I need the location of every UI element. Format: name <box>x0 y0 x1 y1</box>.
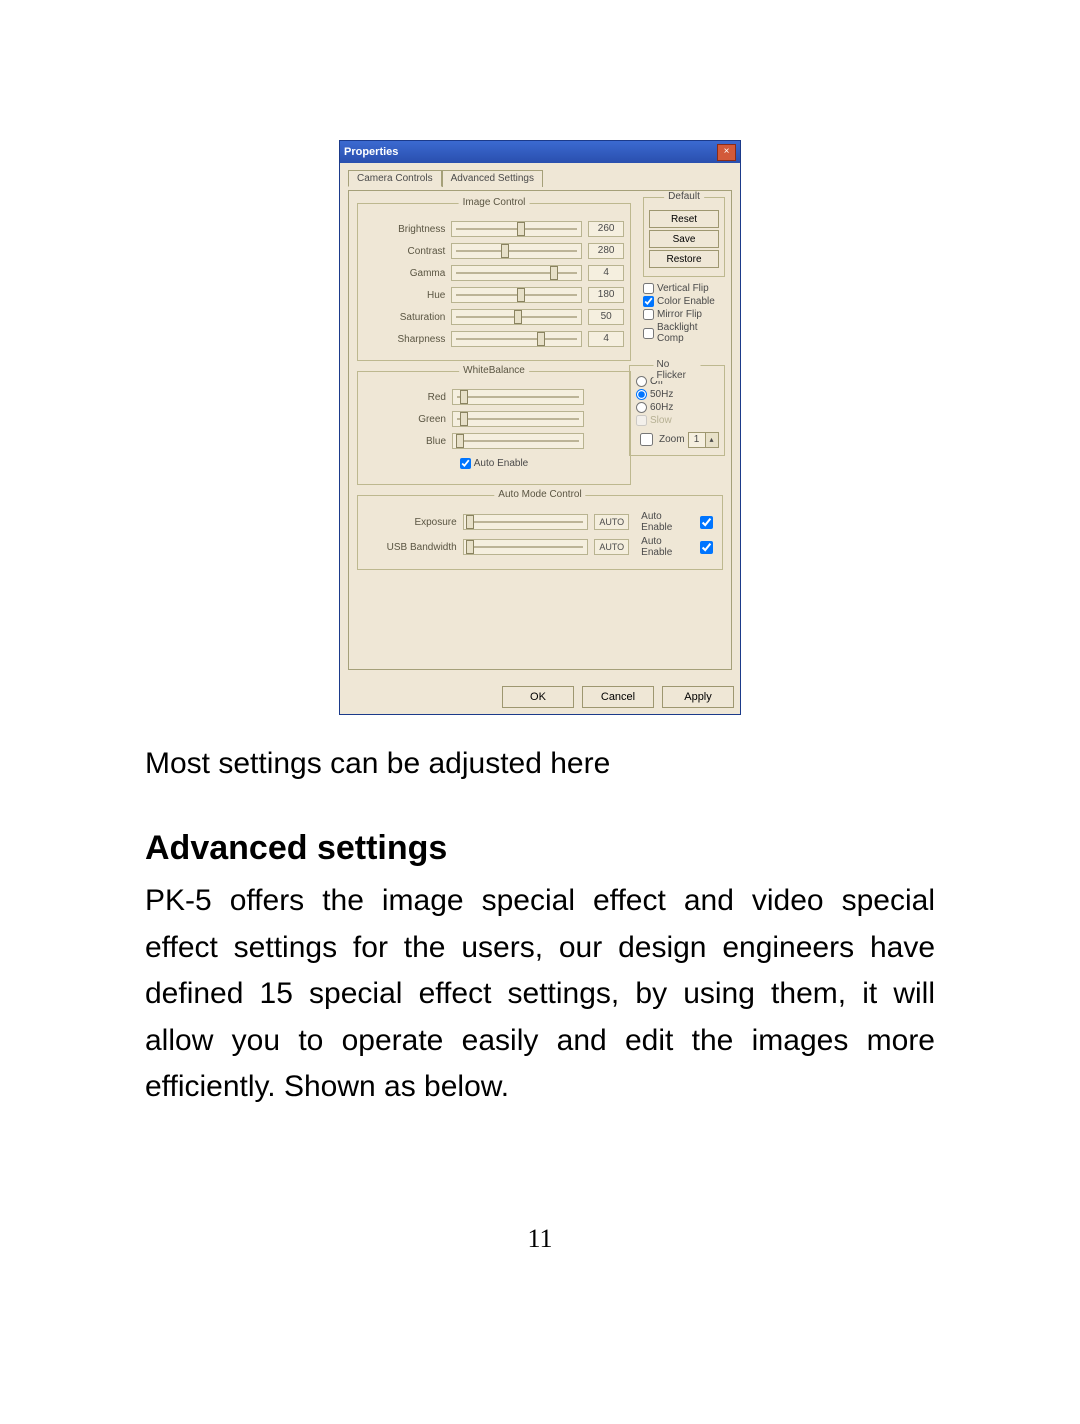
image-control-legend: Image Control <box>459 197 530 208</box>
label: Auto Enable <box>641 536 693 558</box>
row-blue: Blue <box>364 432 624 450</box>
check-color-enable[interactable]: Color Enable <box>643 296 725 307</box>
exposure-badge: AUTO <box>594 514 629 530</box>
saturation-value: 50 <box>588 309 624 325</box>
sharpness-value: 4 <box>588 331 624 347</box>
label: Contrast <box>364 246 451 257</box>
image-control-group: Image Control Brightness 260 Contrast 28… <box>357 203 631 361</box>
exposure-slider[interactable] <box>463 514 589 530</box>
zoom-row: Zoom 1▴ <box>636 430 718 449</box>
row-gamma: Gamma 4 <box>364 264 624 282</box>
tab-camera-controls[interactable]: Camera Controls <box>348 170 442 187</box>
label: Gamma <box>364 268 451 279</box>
zoom-value: 1 <box>689 433 705 447</box>
hue-value: 180 <box>588 287 624 303</box>
label: Auto Enable <box>474 458 529 469</box>
row-red: Red <box>364 388 624 406</box>
label: Brightness <box>364 224 451 235</box>
check-backlight-comp[interactable]: Backlight Comp <box>643 322 725 344</box>
blue-slider[interactable] <box>452 433 584 449</box>
zoom-check[interactable] <box>640 433 653 446</box>
contrast-value: 280 <box>588 243 624 259</box>
radio-60hz[interactable]: 60Hz <box>636 402 718 413</box>
flicker-legend: No Flicker <box>654 359 701 381</box>
brightness-slider[interactable] <box>451 221 582 237</box>
reset-button[interactable]: Reset <box>649 210 719 228</box>
label: Mirror Flip <box>657 309 702 320</box>
close-icon[interactable]: × <box>717 144 736 161</box>
tab-advanced-settings[interactable]: Advanced Settings <box>442 170 543 187</box>
page-number: 11 <box>0 1224 1080 1254</box>
usb-bandwidth-badge: AUTO <box>594 539 629 555</box>
sharpness-slider[interactable] <box>451 331 582 347</box>
default-legend: Default <box>664 191 704 202</box>
label: Sharpness <box>364 334 451 345</box>
usb-auto-enable[interactable]: Auto Enable <box>641 536 716 558</box>
label: Red <box>364 392 452 403</box>
row-hue: Hue 180 <box>364 286 624 304</box>
default-group: Default Reset Save Restore <box>643 197 725 277</box>
green-slider[interactable] <box>452 411 584 427</box>
figure-caption: Most settings can be adjusted here <box>145 747 935 781</box>
label: Saturation <box>364 312 451 323</box>
restore-button[interactable]: Restore <box>649 250 719 268</box>
label: Backlight Comp <box>657 322 725 344</box>
label: 50Hz <box>650 389 673 400</box>
row-exposure: Exposure AUTO Auto Enable <box>364 511 716 533</box>
save-button[interactable]: Save <box>649 230 719 248</box>
brightness-value: 260 <box>588 221 624 237</box>
label: USB Bandwidth <box>364 542 463 553</box>
wb-auto-enable[interactable]: Auto Enable <box>460 458 529 469</box>
row-green: Green <box>364 410 624 428</box>
exposure-auto-enable[interactable]: Auto Enable <box>641 511 716 533</box>
ok-button[interactable]: OK <box>502 686 574 708</box>
zoom-stepper[interactable]: 1▴ <box>688 432 719 448</box>
section-heading: Advanced settings <box>145 829 935 868</box>
label: Vertical Flip <box>657 283 709 294</box>
check-slow: Slow <box>636 415 718 426</box>
label: Blue <box>364 436 452 447</box>
cancel-button[interactable]: Cancel <box>582 686 654 708</box>
spinner-icon[interactable]: ▴ <box>705 433 718 447</box>
row-usb-bandwidth: USB Bandwidth AUTO Auto Enable <box>364 536 716 558</box>
white-balance-legend: WhiteBalance <box>459 365 529 376</box>
label: Auto Enable <box>641 511 693 533</box>
row-sharpness: Sharpness 4 <box>364 330 624 348</box>
white-balance-group: WhiteBalance Red Green Blue Auto Ena <box>357 371 631 485</box>
check-vertical-flip[interactable]: Vertical Flip <box>643 283 725 294</box>
contrast-slider[interactable] <box>451 243 582 259</box>
gamma-value: 4 <box>588 265 624 281</box>
label: Green <box>364 414 452 425</box>
usb-bandwidth-slider[interactable] <box>463 539 589 555</box>
saturation-slider[interactable] <box>451 309 582 325</box>
body-text: PK-5 offers the image special effect and… <box>145 878 935 1111</box>
label: Exposure <box>364 517 463 528</box>
apply-button[interactable]: Apply <box>662 686 734 708</box>
row-brightness: Brightness 260 <box>364 220 624 238</box>
red-slider[interactable] <box>452 389 584 405</box>
dialog-footer: OK Cancel Apply <box>340 680 740 714</box>
properties-dialog: Properties × Camera Controls Advanced Se… <box>339 140 741 715</box>
check-mirror-flip[interactable]: Mirror Flip <box>643 309 725 320</box>
row-contrast: Contrast 280 <box>364 242 624 260</box>
auto-mode-legend: Auto Mode Control <box>494 489 585 500</box>
auto-mode-group: Auto Mode Control Exposure AUTO Auto Ena… <box>357 495 723 570</box>
flicker-group: No Flicker Off 50Hz 60Hz Slow Zoom 1▴ <box>629 365 725 456</box>
titlebar: Properties × <box>340 141 740 163</box>
label: 60Hz <box>650 402 673 413</box>
label: Hue <box>364 290 451 301</box>
zoom-label: Zoom <box>659 434 685 445</box>
label: Slow <box>650 415 672 426</box>
label: Color Enable <box>657 296 715 307</box>
window-title: Properties <box>344 146 398 158</box>
gamma-slider[interactable] <box>451 265 582 281</box>
tab-panel: Default Reset Save Restore Vertical Flip… <box>348 190 732 670</box>
row-saturation: Saturation 50 <box>364 308 624 326</box>
radio-50hz[interactable]: 50Hz <box>636 389 718 400</box>
hue-slider[interactable] <box>451 287 582 303</box>
